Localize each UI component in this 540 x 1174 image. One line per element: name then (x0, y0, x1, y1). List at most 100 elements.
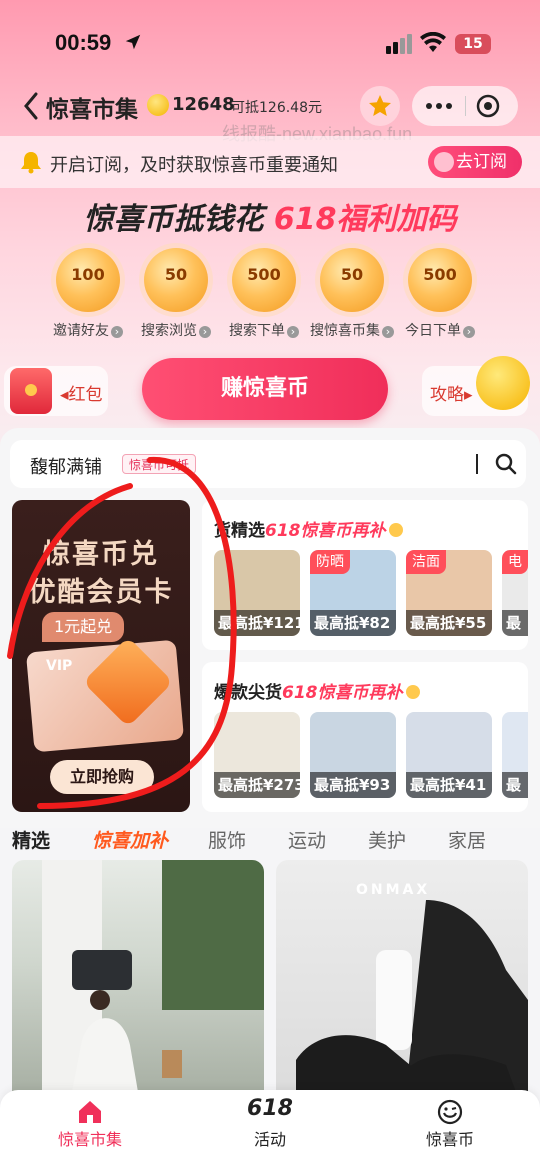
tab-label: 惊喜市集 (57, 1130, 122, 1149)
search-keyword: 馥郁满铺 (30, 457, 102, 478)
product-card[interactable]: 最高抵¥93 (310, 712, 396, 798)
promo-price-tag: 1元起兑 (42, 612, 125, 642)
product-card[interactable]: 电 最 (502, 550, 528, 636)
tab-label: 惊喜币 (425, 1130, 474, 1149)
page-title: 惊喜市集 (46, 97, 138, 123)
feed-item[interactable] (12, 860, 264, 1092)
search-tag: 惊喜币可抵 (122, 454, 197, 474)
buy-now-button[interactable]: 立即抢购 (50, 760, 154, 794)
search-caret (476, 454, 478, 474)
product-badge: 防晒 (310, 550, 350, 574)
youku-vip-promo[interactable]: 惊喜币兑 优酷会员卡 VIP 1元起兑 立即抢购 (12, 500, 190, 812)
product-card[interactable]: 最高抵¥121 (214, 550, 300, 636)
task-label: 搜索下单 (221, 320, 307, 340)
status-bar: 00:59 15 (0, 0, 540, 80)
coin-deduct-link[interactable]: 可抵126.48元 (231, 97, 322, 117)
notice-text: 开启订阅，及时获取惊喜币重要通知 (50, 155, 338, 176)
product-price: 最 (502, 610, 528, 636)
tab-surprise-subsidy[interactable]: 惊喜加补 (92, 826, 168, 853)
product-price: 最高抵¥55 (406, 610, 492, 636)
task-label: 今日下单 (397, 320, 483, 340)
tab-sports[interactable]: 运动 (288, 826, 326, 853)
tab-home[interactable]: 家居 (448, 826, 486, 853)
product-price: 最高抵¥93 (310, 772, 396, 798)
product-card[interactable]: 最高抵¥273 (214, 712, 300, 798)
product-card[interactable]: 最高抵¥41 (406, 712, 492, 798)
section-curated[interactable]: 货精选618惊喜币再补 最高抵¥121 防晒 最高抵¥82 洁面 最高抵¥55 … (202, 500, 528, 650)
status-time: 00:59 (55, 30, 112, 55)
feed-item[interactable]: ONMAX (276, 860, 528, 1092)
promo-line-2: 优酷会员卡 (28, 577, 174, 608)
coin-reward-icon: 50 (320, 248, 384, 312)
section-title: 爆款尖货618惊喜币再补 (214, 678, 420, 703)
product-price: 最高抵¥41 (406, 772, 492, 798)
tab-surprise-market[interactable]: 惊喜市集 (0, 1090, 180, 1174)
product-badge: 洁面 (406, 550, 446, 574)
product-price: 最高抵¥273 (214, 772, 300, 798)
earn-coins-button[interactable]: 赚惊喜币 (142, 358, 388, 420)
bell-icon (21, 152, 41, 174)
vip-label: VIP (46, 658, 73, 674)
product-price: 最 (502, 772, 528, 798)
coin-balance: 12648 (172, 94, 235, 115)
red-packet-label: ◂红包 (60, 385, 103, 405)
subscribe-button-label: 去订阅 (456, 152, 507, 172)
task-label: 搜索浏览 (133, 320, 219, 340)
subscribe-notice: 开启订阅，及时获取惊喜币重要通知 去订阅 (0, 136, 540, 188)
cellular-signal-icon (386, 34, 412, 54)
task-label: 搜惊喜币集 (309, 320, 395, 340)
task-daily-order[interactable]: 500 今日下单 (397, 248, 483, 340)
strategy-label: 攻略▸ (430, 385, 473, 405)
task-search-browse[interactable]: 50 搜索浏览 (133, 248, 219, 340)
brand-logo: ONMAX (356, 882, 431, 898)
product-price: 最高抵¥121 (214, 610, 300, 636)
product-badge: 电 (502, 550, 528, 574)
smile-icon (405, 685, 420, 699)
product-card[interactable]: 最 (502, 712, 528, 798)
more-dots-icon[interactable] (424, 98, 454, 114)
tab-apparel[interactable]: 服饰 (208, 826, 246, 853)
category-tabs: 精选 惊喜加补 服饰 运动 美护 家居 (0, 822, 540, 858)
laughing-emoji-icon (476, 356, 530, 410)
battery-indicator: 15 (455, 34, 491, 54)
task-search-market[interactable]: 50 搜惊喜币集 (309, 248, 395, 340)
tab-featured[interactable]: 精选 (12, 826, 50, 853)
location-arrow-icon (125, 34, 141, 50)
capsule-divider (465, 96, 466, 116)
tab-activity[interactable]: 618 活动 (180, 1090, 360, 1174)
red-packet-button[interactable]: ◂红包 (4, 366, 108, 416)
bottom-tab-bar: 惊喜市集 618 活动 惊喜币 (0, 1090, 540, 1174)
search-icon[interactable] (494, 452, 518, 476)
back-chevron-icon[interactable] (20, 90, 42, 122)
close-target-icon[interactable] (476, 94, 500, 118)
coin-reward-icon: 500 (408, 248, 472, 312)
product-card[interactable]: 洁面 最高抵¥55 (406, 550, 492, 636)
promo-line-1: 惊喜币兑 (43, 539, 159, 570)
subscribe-button[interactable]: 去订阅 (428, 146, 522, 178)
section-hot-items[interactable]: 爆款尖货618惊喜币再补 最高抵¥273 最高抵¥93 最高抵¥41 最 (202, 662, 528, 812)
search-bar[interactable]: 馥郁满铺 惊喜币可抵 (10, 440, 526, 488)
task-invite[interactable]: 100 邀请好友 (45, 248, 131, 340)
product-card[interactable]: 防晒 最高抵¥82 (310, 550, 396, 636)
headline-main: 惊喜币抵钱花 (83, 202, 264, 237)
smile-icon (388, 523, 403, 537)
headline-accent: 618福利加码 (273, 202, 457, 237)
coin-smile-icon (147, 94, 169, 116)
product-price: 最高抵¥82 (310, 610, 396, 636)
coin-smile-icon (437, 1099, 463, 1125)
tab-surprise-coin[interactable]: 惊喜币 (360, 1090, 540, 1174)
strategy-button[interactable]: 攻略▸ (422, 356, 530, 416)
smile-icon (434, 152, 454, 172)
coin-reward-icon: 50 (144, 248, 208, 312)
mini-program-capsule (412, 86, 518, 126)
coin-reward-icon: 100 (56, 248, 120, 312)
618-icon: 618 (247, 1096, 293, 1121)
feed-photo (42, 860, 264, 1092)
section-title: 货精选618惊喜币再补 (214, 516, 403, 541)
tab-label: 活动 (253, 1130, 286, 1149)
task-label: 邀请好友 (45, 320, 131, 340)
tab-beauty[interactable]: 美护 (368, 826, 406, 853)
home-icon (79, 1101, 101, 1123)
task-search-order[interactable]: 500 搜索下单 (221, 248, 307, 340)
campaign-headline: 惊喜币抵钱花 618福利加码 (0, 194, 540, 238)
